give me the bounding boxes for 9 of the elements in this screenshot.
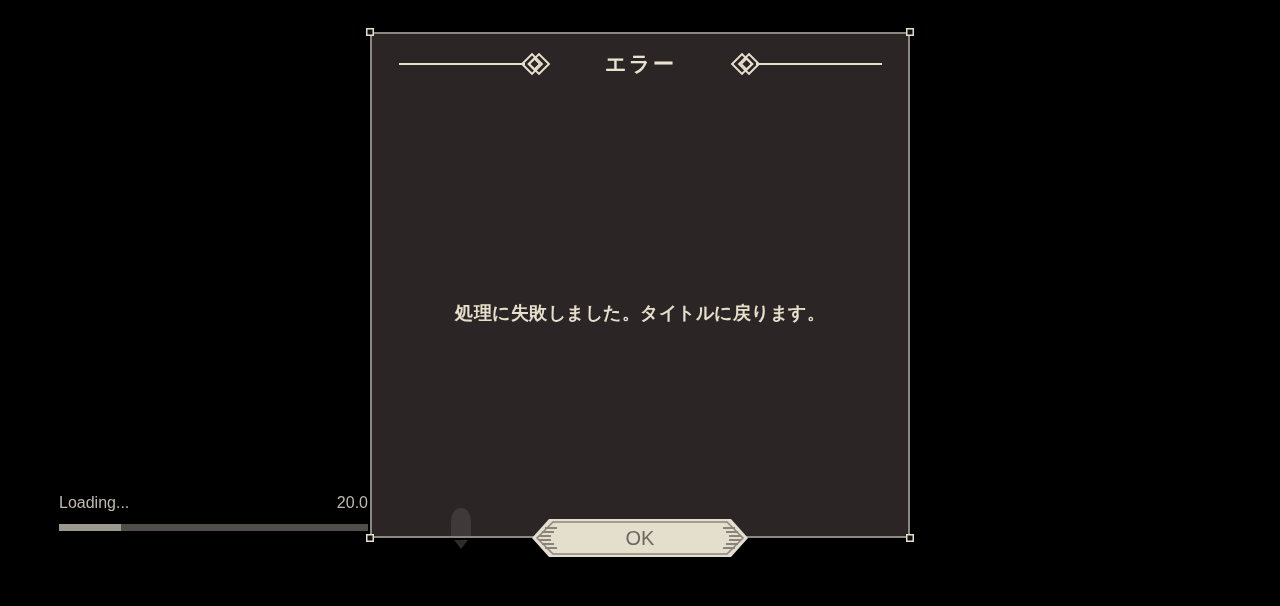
loading-percent: 20.0 (336, 494, 368, 512)
ok-button[interactable]: OK (531, 518, 749, 558)
loading-label: Loading... (59, 494, 130, 512)
corner-marker-icon (906, 534, 914, 542)
corner-marker-icon (906, 28, 914, 36)
corner-marker-icon (366, 28, 374, 36)
error-message: 処理に失敗しました。タイトルに戻ります。 (455, 300, 825, 325)
dialog-title: エラー (603, 51, 677, 78)
corner-marker-icon (366, 534, 374, 542)
